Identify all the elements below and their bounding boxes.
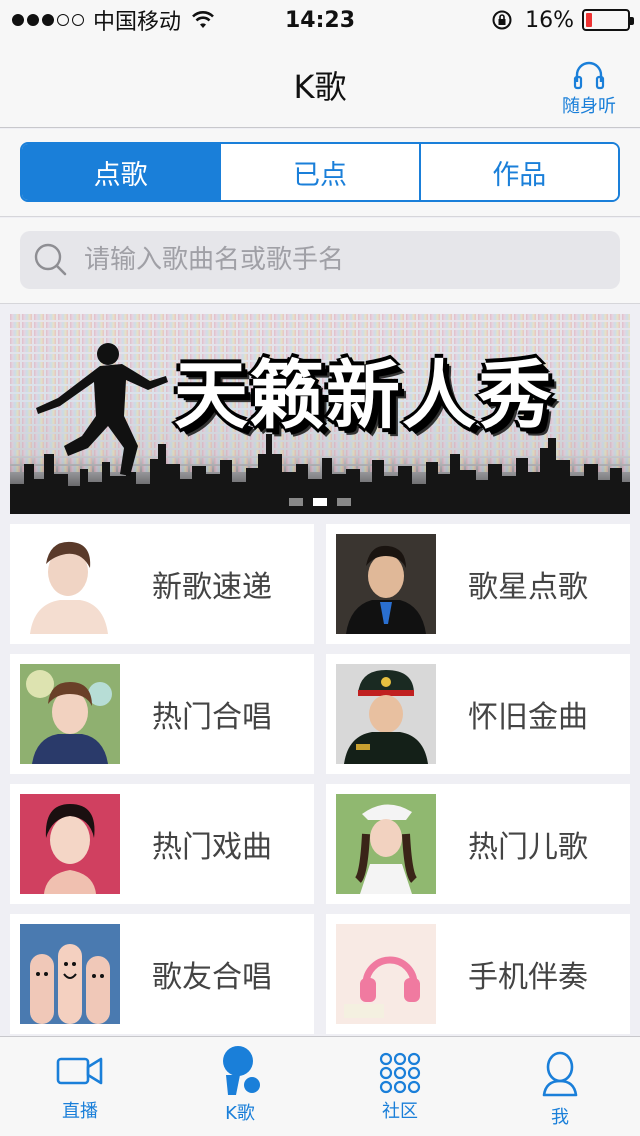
thumbnail-image xyxy=(20,794,120,894)
listen-label: 随身听 xyxy=(562,96,616,117)
tab-works[interactable]: 作品 xyxy=(418,144,618,200)
search-box[interactable] xyxy=(20,231,620,289)
tab-me[interactable]: 我 xyxy=(480,1037,640,1136)
jumping-silhouette-image xyxy=(36,343,168,476)
tab-requested[interactable]: 已点 xyxy=(219,144,419,200)
status-bar: 中国移动 14:23 16% xyxy=(0,0,640,40)
category-label: 新歌速递 xyxy=(152,570,272,605)
listen-button[interactable]: 随身听 xyxy=(556,60,622,118)
category-label: 热门合唱 xyxy=(152,700,272,735)
battery-icon xyxy=(582,9,634,31)
category-label: 歌星点歌 xyxy=(468,570,588,605)
category-hot-kids-songs[interactable]: 热门儿歌 xyxy=(326,784,630,904)
tab-song-request[interactable]: 点歌 xyxy=(22,144,220,200)
category-label: 怀旧金曲 xyxy=(468,700,588,735)
tab-bar: 直播 K歌 社区 我 xyxy=(0,1036,640,1136)
tab-live[interactable]: 直播 xyxy=(0,1037,160,1136)
tab-label: 直播 xyxy=(62,1101,98,1122)
video-icon xyxy=(56,1057,103,1085)
thumbnail-image xyxy=(20,924,120,1024)
banner-title: 天籁新人秀 xyxy=(174,353,554,439)
battery-level-fill xyxy=(586,13,592,27)
page-dot xyxy=(289,498,303,506)
category-friend-duets[interactable]: 歌友合唱 xyxy=(10,914,314,1034)
navigation-bar: K歌 随身听 xyxy=(0,40,640,128)
microphone-icon xyxy=(223,1046,260,1095)
thumbnail-image xyxy=(336,794,436,894)
category-label: 热门戏曲 xyxy=(152,830,272,865)
segmented-control-bar: 点歌 已点 作品 xyxy=(0,129,640,217)
battery-percent: 16% xyxy=(525,7,574,33)
banner-page-indicator xyxy=(10,498,630,506)
person-icon xyxy=(542,1051,578,1097)
search-bar xyxy=(0,218,640,304)
thumbnail-image xyxy=(336,924,436,1024)
category-new-songs[interactable]: 新歌速递 xyxy=(10,524,314,644)
tab-label: K歌 xyxy=(225,1103,255,1124)
tab-label: 社区 xyxy=(382,1101,418,1122)
grid-dots-icon xyxy=(379,1052,421,1094)
category-hot-duets[interactable]: 热门合唱 xyxy=(10,654,314,774)
tab-label: 我 xyxy=(551,1107,569,1128)
category-golden-oldies[interactable]: 怀旧金曲 xyxy=(326,654,630,774)
search-input[interactable] xyxy=(84,245,584,275)
category-hot-opera[interactable]: 热门戏曲 xyxy=(10,784,314,904)
headphones-icon xyxy=(573,61,605,90)
category-label: 歌友合唱 xyxy=(152,960,272,995)
segmented-control: 点歌 已点 作品 xyxy=(20,142,620,202)
rotation-lock-icon xyxy=(492,10,512,30)
category-label: 手机伴奏 xyxy=(468,960,588,995)
thumbnail-image xyxy=(20,534,120,634)
category-mobile-accompaniment[interactable]: 手机伴奏 xyxy=(326,914,630,1034)
category-label: 热门儿歌 xyxy=(468,830,588,865)
tab-community[interactable]: 社区 xyxy=(320,1037,480,1136)
search-icon xyxy=(34,243,67,276)
page-dot-active xyxy=(313,498,327,506)
thumbnail-image xyxy=(336,534,436,634)
category-singer-request[interactable]: 歌星点歌 xyxy=(326,524,630,644)
promo-banner[interactable]: 天籁新人秀 xyxy=(10,314,630,514)
page-title: K歌 xyxy=(293,68,347,106)
tab-karaoke[interactable]: K歌 xyxy=(160,1037,320,1136)
thumbnail-image xyxy=(336,664,436,764)
thumbnail-image xyxy=(20,664,120,764)
page-dot xyxy=(337,498,351,506)
